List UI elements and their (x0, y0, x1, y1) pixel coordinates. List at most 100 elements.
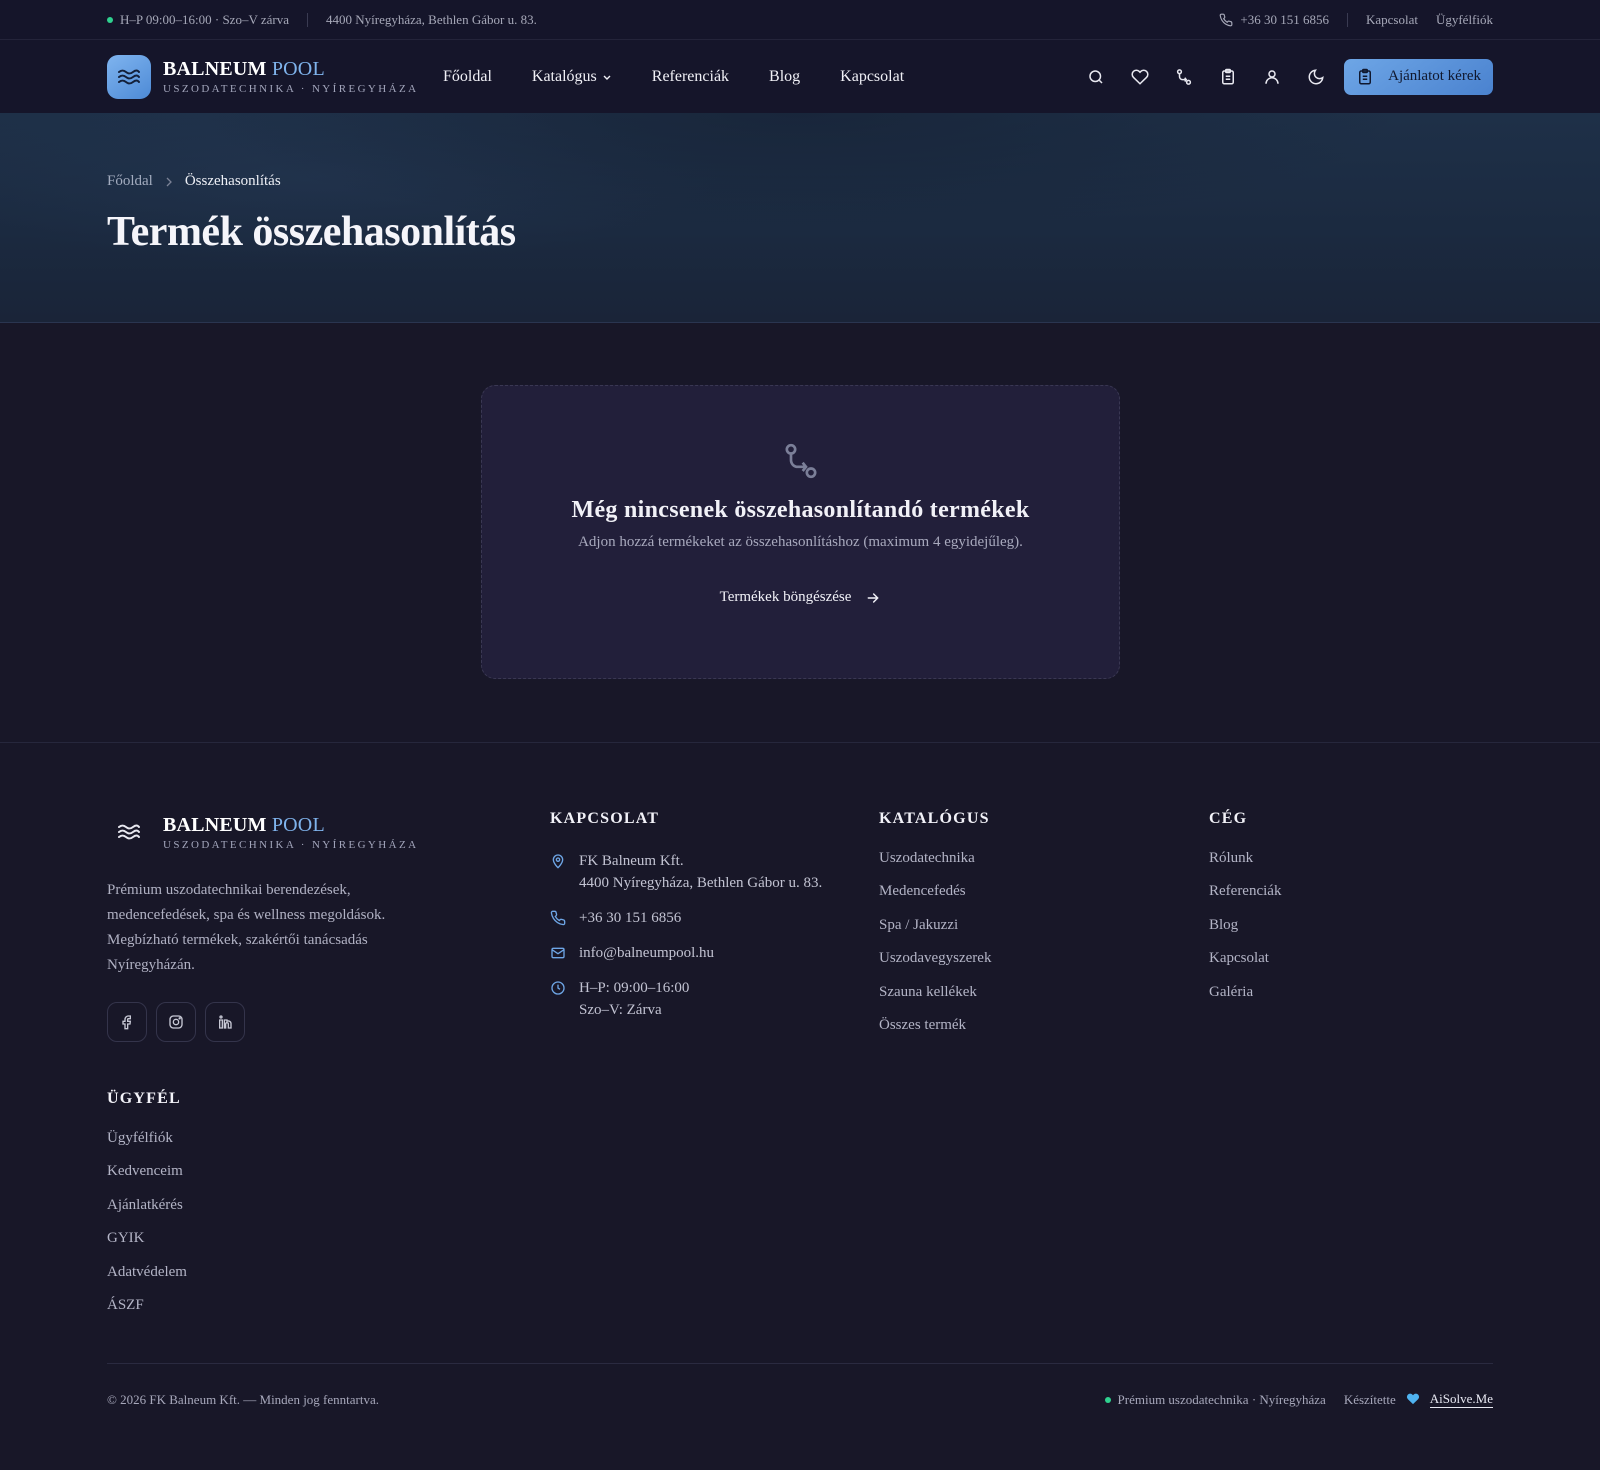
waves-icon (107, 54, 151, 99)
phone-icon (550, 907, 568, 929)
footer-company-name: FK Balneum Kft. (579, 853, 684, 869)
footer-brand-accent: POOL (271, 813, 325, 836)
footer-hours: H–P: 09:00–16:00 Szo–V: Zárva (550, 977, 870, 1021)
status-dot (1104, 1396, 1111, 1403)
moon-icon[interactable] (1294, 57, 1338, 97)
clock-icon (550, 977, 568, 1021)
search-icon[interactable] (1074, 57, 1118, 97)
waves-icon (107, 810, 151, 854)
opening-hours: H–P 09:00–16:00 · Szo–V zárva (120, 11, 289, 27)
user-icon[interactable] (1250, 57, 1294, 97)
footer-catalog: KATALÓGUS Uszodatechnika Medencefedés Sp… (879, 810, 991, 1050)
heart-icon[interactable] (1118, 57, 1162, 97)
footer-link[interactable]: Ügyfélfiók (107, 1130, 173, 1146)
footer-contact-heading: KAPCSOLAT (550, 810, 660, 827)
instagram-icon[interactable] (156, 1002, 196, 1042)
social-links (107, 1002, 427, 1042)
phone-icon (1219, 13, 1233, 27)
request-quote-button[interactable]: Ajánlatot kérek (1344, 58, 1493, 95)
nav-home[interactable]: Főoldal (443, 68, 492, 86)
empty-state-card: Még nincsenek összehasonlítandó termékek… (481, 385, 1120, 679)
nav-catalog[interactable]: Katalógus (532, 68, 612, 86)
footer-link[interactable]: Uszodavegyszerek (879, 950, 991, 966)
footer-catalog-heading: KATALÓGUS (879, 810, 990, 827)
footer-link[interactable]: Galéria (1209, 984, 1253, 1000)
page-title: Termék összehasonlítás (107, 209, 516, 255)
compare-icon[interactable] (1162, 57, 1206, 97)
footer-link[interactable]: Ajánlatkérés (107, 1197, 183, 1213)
footer-link[interactable]: Összes termék (879, 1017, 966, 1033)
status-dot (107, 16, 113, 23)
footer-bottom-bar: © 2026 FK Balneum Kft. — Minden jog fenn… (107, 1363, 1493, 1435)
facebook-icon[interactable] (107, 1002, 147, 1042)
nav-contact[interactable]: Kapcsolat (840, 68, 904, 86)
footer-email[interactable]: info@balneumpool.hu (550, 942, 870, 964)
chevron-right-icon (165, 177, 173, 187)
page-hero: Főoldal Összehasonlítás Termék összehaso… (0, 113, 1600, 323)
footer-link[interactable]: Blog (1209, 917, 1238, 933)
brand-tagline: USZODATECHNIKA · NYÍREGYHÁZA (163, 83, 419, 95)
compare-icon (781, 441, 821, 481)
footer-hours-weekday: H–P: 09:00–16:00 (579, 980, 690, 996)
footer-link[interactable]: Uszodatechnika (879, 850, 975, 866)
footer-link[interactable]: Medencefedés (879, 883, 966, 899)
footer-brand-name: BALNEUM (163, 813, 267, 836)
breadcrumb-current: Összehasonlítás (184, 173, 281, 189)
breadcrumb: Főoldal Összehasonlítás (107, 173, 1493, 190)
breadcrumb-home[interactable]: Főoldal (107, 173, 153, 190)
clipboard-icon (1356, 68, 1374, 86)
footer-contact: KAPCSOLAT FK Balneum Kft. 4400 Nyíregyház… (550, 810, 870, 1021)
footer-phone-text: +36 30 151 6856 (579, 910, 682, 926)
footer-link[interactable]: Rólunk (1209, 850, 1253, 866)
footer-company-heading: CÉG (1209, 810, 1248, 827)
footer-hours-weekend: Szo–V: Zárva (579, 1002, 662, 1018)
main-nav: Főoldal Katalógus Referenciák Blog Kapcs… (443, 68, 944, 86)
heart-icon (1406, 1393, 1420, 1406)
chevron-down-icon (602, 72, 612, 82)
mail-icon (550, 942, 568, 964)
brand-accent: POOL (271, 58, 325, 80)
footer-client: ÜGYFÉL Ügyfélfiók Kedvenceim Ajánlatkéré… (107, 1090, 187, 1330)
linkedin-icon[interactable] (205, 1002, 245, 1042)
footer-brand: BALNEUM POOL USZODATECHNIKA · NYÍREGYHÁZ… (107, 810, 427, 1042)
nav-catalog-label: Katalógus (531, 67, 597, 85)
map-pin-icon (550, 850, 568, 894)
footer-link[interactable]: ÁSZF (107, 1297, 144, 1313)
premium-note: Prémium uszodatechnika · Nyíregyháza (1117, 1391, 1326, 1407)
nav-references[interactable]: Referenciák (652, 68, 729, 86)
main-header: BALNEUM POOL USZODATECHNIKA · NYÍREGYHÁZ… (0, 40, 1600, 113)
footer-link[interactable]: Adatvédelem (107, 1264, 187, 1280)
footer-address-line: 4400 Nyíregyháza, Bethlen Gábor u. 83. (579, 875, 823, 891)
nav-blog[interactable]: Blog (769, 68, 800, 86)
top-address: 4400 Nyíregyháza, Bethlen Gábor u. 83. (325, 11, 537, 27)
empty-state-subtitle: Adjon hozzá termékeket az összehasonlítá… (578, 534, 1023, 550)
footer-link[interactable]: Kapcsolat (1209, 950, 1269, 966)
footer-email-text: info@balneumpool.hu (579, 945, 715, 961)
browse-products-button[interactable]: Termékek böngészése (720, 589, 882, 606)
footer-link[interactable]: Referenciák (1209, 883, 1281, 899)
footer-phone[interactable]: +36 30 151 6856 (550, 907, 870, 929)
brand-name: BALNEUM (163, 58, 267, 80)
clipboard-icon[interactable] (1206, 57, 1250, 97)
footer-description: Prémium uszodatechnikai berendezések, me… (107, 882, 386, 973)
footer-link[interactable]: Spa / Jakuzzi (879, 917, 958, 933)
made-by-label: Készítette (1343, 1391, 1396, 1407)
footer-address: FK Balneum Kft. 4400 Nyíregyháza, Bethlen… (550, 850, 870, 894)
top-info-bar: H–P 09:00–16:00 · Szo–V zárva 4400 Nyíre… (0, 0, 1600, 40)
arrow-right-icon (851, 590, 881, 606)
compare-main: Még nincsenek összehasonlítandó termékek… (0, 323, 1600, 743)
footer-logo[interactable]: BALNEUM POOL USZODATECHNIKA · NYÍREGYHÁZ… (107, 810, 427, 854)
top-phone-link[interactable]: +36 30 151 6856 (1240, 12, 1329, 28)
footer-link[interactable]: GYIK (107, 1230, 145, 1246)
footer-link[interactable]: Kedvenceim (107, 1163, 183, 1179)
top-account-link[interactable]: Ügyfélfiók (1436, 12, 1493, 28)
made-by-link[interactable]: AiSolve.Me (1429, 1391, 1493, 1408)
footer-brand-tagline: USZODATECHNIKA · NYÍREGYHÁZA (163, 838, 419, 851)
site-logo[interactable]: BALNEUM POOL USZODATECHNIKA · NYÍREGYHÁZ… (107, 54, 443, 99)
browse-products-label: Termékek böngészése (719, 589, 852, 605)
request-quote-label: Ajánlatot kérek (1388, 68, 1481, 84)
footer-client-heading: ÜGYFÉL (107, 1090, 181, 1107)
copyright: © 2026 FK Balneum Kft. — Minden jog fenn… (107, 1391, 380, 1407)
footer-link[interactable]: Szauna kellékek (879, 984, 977, 1000)
top-contact-link[interactable]: Kapcsolat (1366, 12, 1418, 28)
